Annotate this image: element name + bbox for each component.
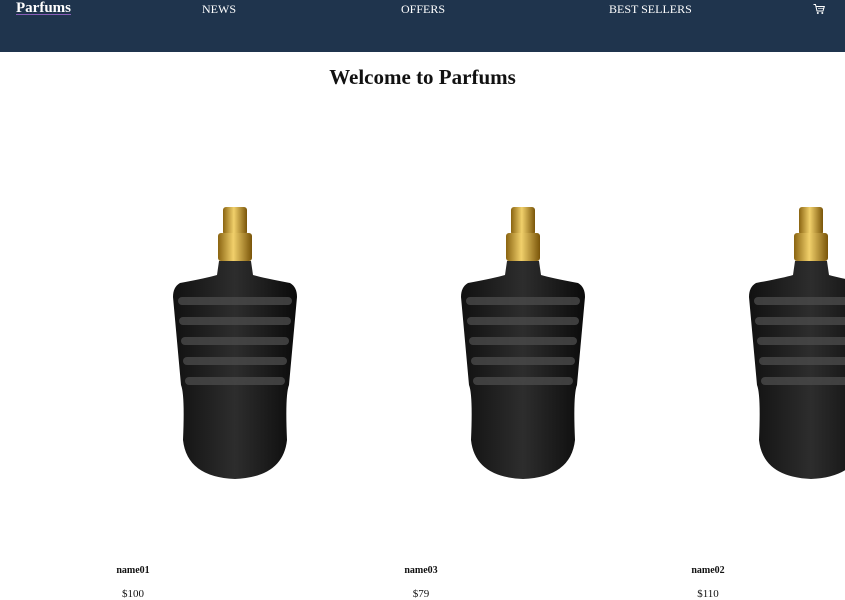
top-navbar: Parfums NEWS OFFERS BEST SELLERS [0,0,845,52]
product-image[interactable] [721,195,845,485]
brand-logo-link[interactable]: Parfums [16,0,71,17]
page-title: Welcome to Parfums [329,65,516,89]
perfume-bottle-image [749,207,845,479]
product-image[interactable] [145,195,325,485]
perfume-bottle-image [461,207,585,479]
nav-link-news[interactable]: NEWS [202,2,236,17]
product-name: name01 [116,565,150,576]
product-price: $110 [697,588,719,600]
shopping-cart-icon[interactable] [813,3,825,15]
product-name: name02 [691,565,725,576]
product-image[interactable] [433,195,613,485]
product-price: $79 [412,588,430,600]
nav-link-offers[interactable]: OFFERS [401,2,445,17]
product-name: name03 [404,565,438,576]
nav-link-best-sellers[interactable]: BEST SELLERS [609,2,692,17]
product-price: $100 [122,588,144,600]
perfume-bottle-image [173,207,297,479]
